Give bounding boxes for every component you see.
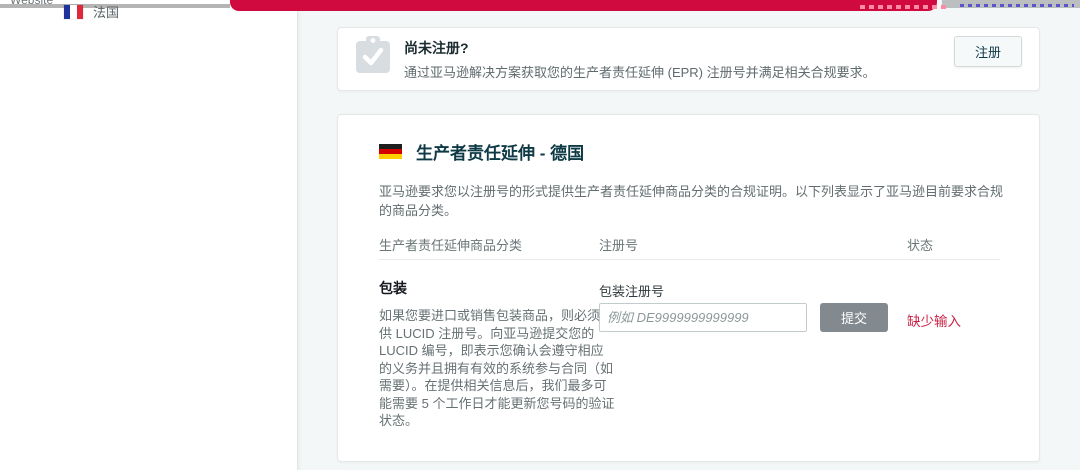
submit-button[interactable]: 提交 bbox=[820, 303, 888, 332]
clipped-header-fragment bbox=[942, 0, 1080, 8]
category-description: 如果您要进口或销售包装商品，则必须提供 LUCID 注册号。向亚马逊提交您的 L… bbox=[379, 307, 615, 430]
clipped-link-fragment bbox=[960, 4, 1074, 7]
banner-text: 尚未注册? 通过亚马逊解决方案获取您的生产者责任延伸 (EPR) 注册号并满足相… bbox=[404, 38, 929, 81]
epr-germany-card: 生产者责任延伸 - 德国 亚马逊要求您以注册号的形式提供生产者责任延伸商品分类的… bbox=[337, 114, 1040, 462]
banner-title: 尚未注册? bbox=[404, 38, 929, 58]
notification-bar bbox=[230, 0, 937, 11]
epr-intro-text: 亚马逊要求您以注册号的形式提供生产者责任延伸商品分类的合规证明。以下列表显示了亚… bbox=[379, 181, 1011, 219]
clipboard-check-icon bbox=[354, 35, 392, 77]
page: Website 法国 尚未注册? 通过亚马逊解决方案获取您的生产者责任延伸 (E… bbox=[0, 0, 1080, 470]
epr-card-title: 生产者责任延伸 - 德国 bbox=[416, 139, 584, 164]
col-header-status: 状态 bbox=[907, 235, 933, 254]
registration-banner-card: 尚未注册? 通过亚马逊解决方案获取您的生产者责任延伸 (EPR) 注册号并满足相… bbox=[337, 27, 1040, 91]
clipped-text-fragment bbox=[860, 5, 946, 9]
germany-flag-icon bbox=[379, 144, 402, 159]
status-text: 缺少输入 bbox=[907, 310, 961, 330]
country-label: 法国 bbox=[93, 2, 119, 21]
col-header-registration-number: 注册号 bbox=[599, 235, 638, 254]
epr-card-header: 生产者责任延伸 - 德国 bbox=[379, 139, 584, 164]
country-item-france[interactable]: 法国 bbox=[64, 2, 119, 21]
category-name: 包装 bbox=[379, 278, 615, 298]
table-row-registration-cell: 包装注册号 提交 缺少输入 bbox=[599, 281, 1019, 307]
registration-number-input[interactable] bbox=[599, 303, 807, 332]
france-flag-icon bbox=[64, 5, 83, 19]
register-button[interactable]: 注册 bbox=[954, 36, 1022, 67]
table-header-divider bbox=[379, 259, 1000, 260]
banner-description: 通过亚马逊解决方案获取您的生产者责任延伸 (EPR) 注册号并满足相关合规要求。 bbox=[404, 62, 929, 81]
col-header-category: 生产者责任延伸商品分类 bbox=[379, 235, 522, 254]
main-content: 尚未注册? 通过亚马逊解决方案获取您的生产者责任延伸 (EPR) 注册号并满足相… bbox=[297, 0, 1080, 470]
left-panel: Website 法国 bbox=[0, 0, 297, 470]
registration-input-label: 包装注册号 bbox=[599, 281, 1019, 300]
table-row-category-cell: 包装 如果您要进口或销售包装商品，则必须提供 LUCID 注册号。向亚马逊提交您… bbox=[379, 278, 615, 430]
